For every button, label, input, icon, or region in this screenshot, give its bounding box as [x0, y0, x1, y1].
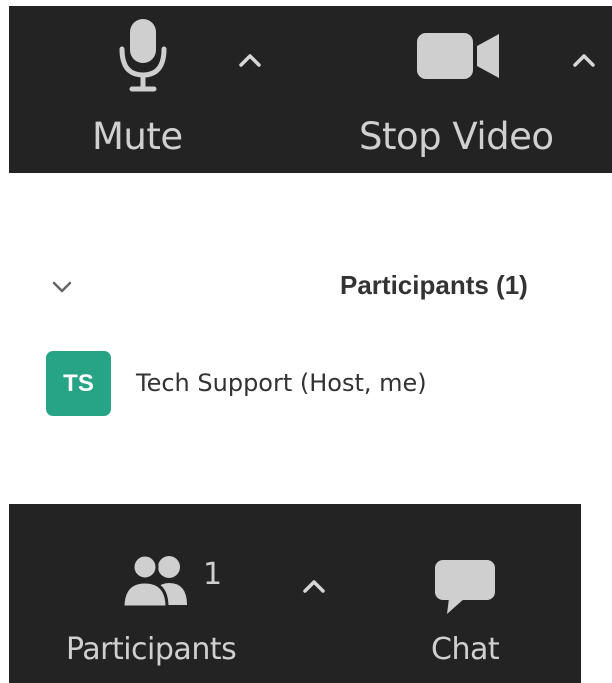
participant-name: Tech Support (Host, me) — [136, 369, 427, 397]
meeting-toolbar-bottom: 1 Participants Chat — [9, 504, 581, 683]
mute-label: Mute — [92, 115, 183, 158]
chat-button[interactable]: Chat — [409, 504, 529, 683]
microphone-icon — [119, 19, 167, 92]
avatar: TS — [46, 351, 111, 416]
participants-icon — [121, 553, 187, 609]
audio-options-caret-up-icon[interactable] — [238, 52, 262, 68]
participants-label: Participants — [66, 632, 237, 667]
participants-count: 1 — [203, 557, 223, 592]
chat-bubble-icon — [435, 560, 495, 614]
chat-label: Chat — [431, 632, 500, 667]
avatar-initials: TS — [63, 369, 94, 397]
participant-row[interactable]: TS Tech Support (Host, me) — [46, 351, 586, 417]
mute-button[interactable]: Mute — [69, 6, 219, 173]
stop-video-button[interactable]: Stop Video — [349, 6, 579, 173]
meeting-toolbar-top: Mute Stop Video — [9, 6, 612, 173]
participants-button[interactable]: 1 Participants — [49, 504, 279, 683]
participants-panel-title: Participants (1) — [340, 270, 528, 300]
stop-video-label: Stop Video — [359, 115, 554, 158]
video-options-caret-up-icon[interactable] — [572, 52, 596, 68]
video-camera-icon — [417, 33, 499, 79]
participants-options-caret-up-icon[interactable] — [302, 578, 326, 594]
chevron-down-icon[interactable] — [50, 278, 74, 296]
